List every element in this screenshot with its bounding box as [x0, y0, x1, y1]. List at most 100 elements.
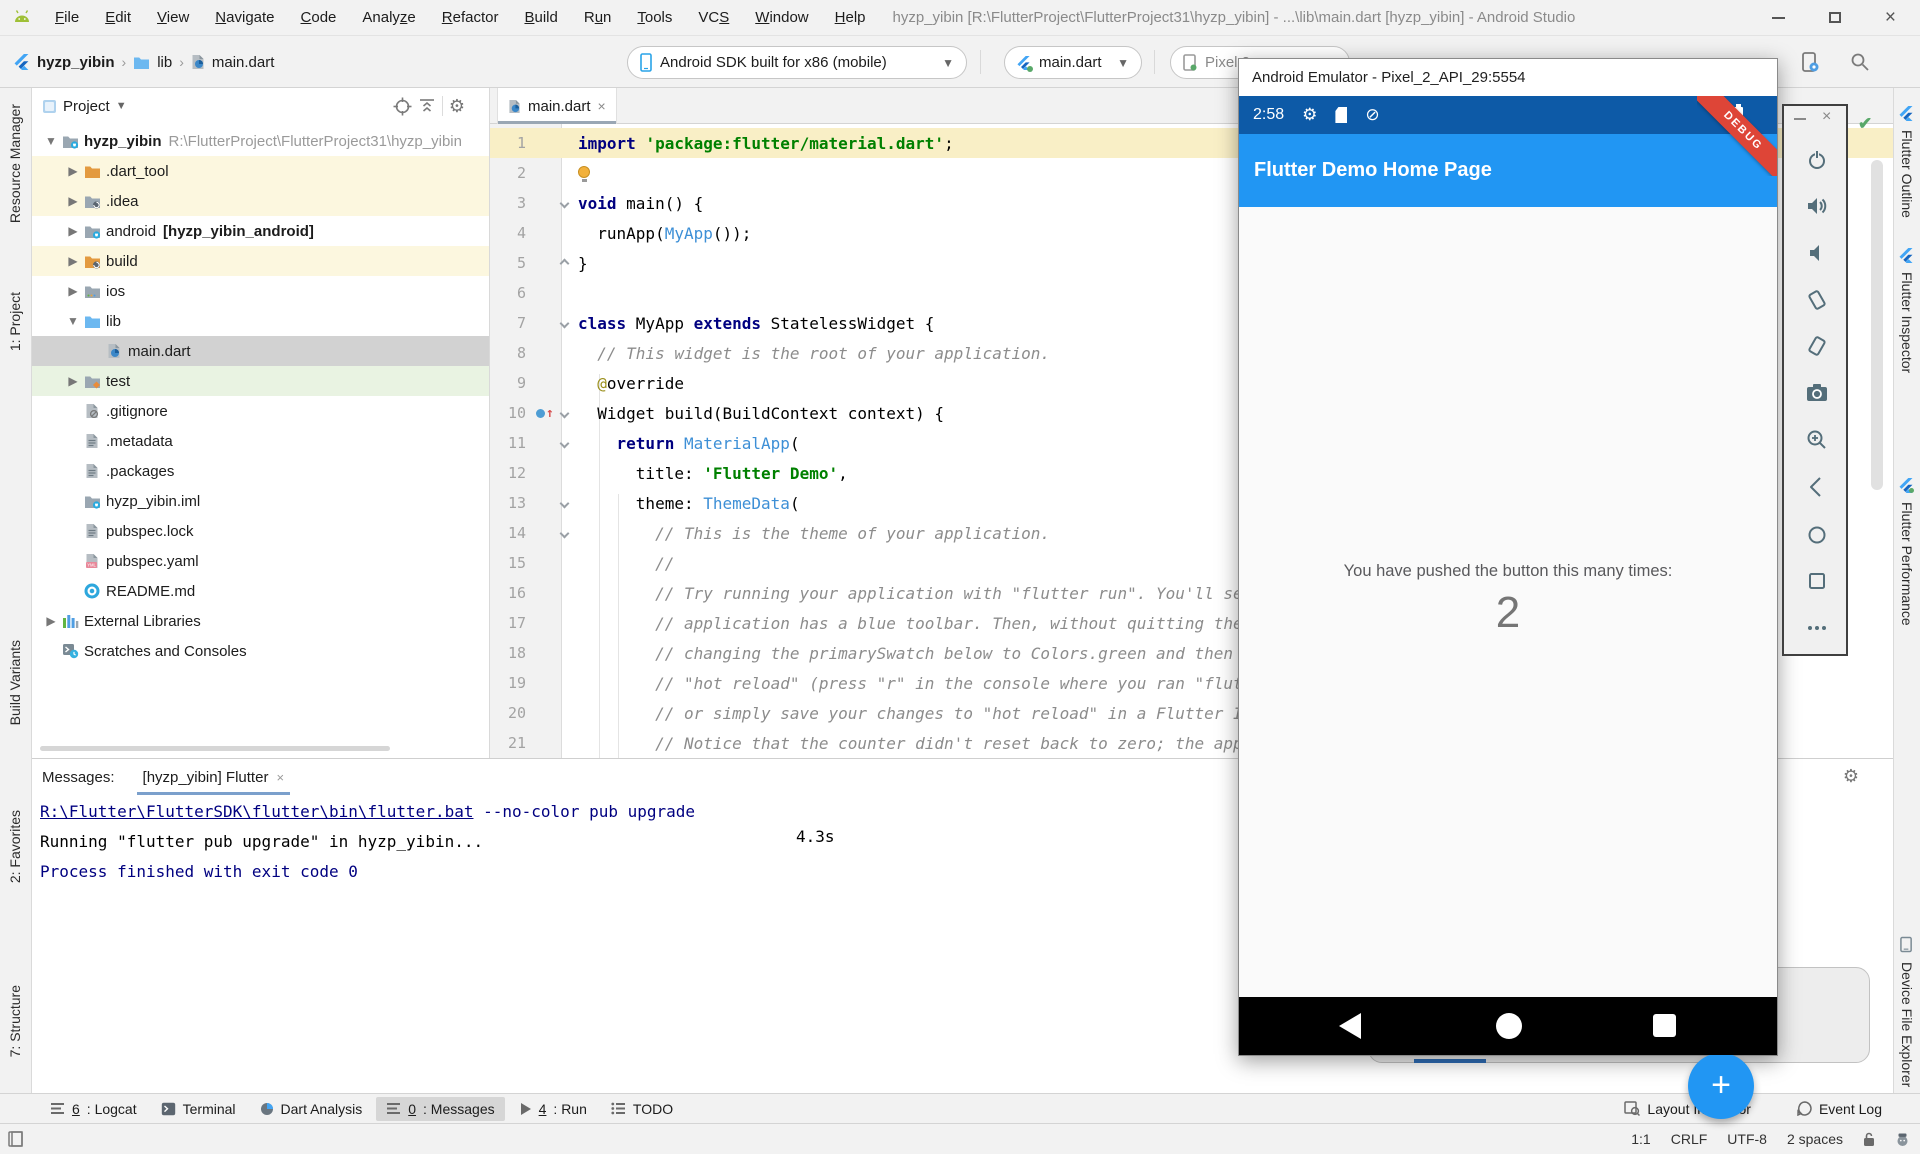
expand-arrow-icon[interactable]: ▶ — [64, 374, 82, 388]
maximize-icon[interactable] — [1829, 12, 1841, 23]
fold-marker-icon[interactable] — [559, 258, 569, 268]
stripe-device-file-explorer[interactable]: Device File Explorer — [1899, 962, 1915, 1087]
collapse-all-icon[interactable] — [418, 97, 436, 115]
lock-icon[interactable] — [1863, 1132, 1875, 1147]
tree-item-readme-md[interactable]: README.md — [32, 576, 489, 606]
editor-scrollbar[interactable] — [1871, 160, 1883, 490]
tab-main-dart[interactable]: main.dart × — [497, 88, 617, 124]
stripe-favorites[interactable]: 2: Favorites — [7, 810, 23, 883]
override-gutter-icon[interactable] — [536, 409, 545, 418]
expand-arrow-icon[interactable]: ▶ — [64, 164, 82, 178]
breadcrumb-project[interactable]: hyzp_yibin — [37, 54, 115, 71]
menu-tools[interactable]: Tools — [624, 9, 685, 26]
tree-item-idea[interactable]: ▶.idea — [32, 186, 489, 216]
tree-item-test[interactable]: ▶test — [32, 366, 489, 396]
tree-item-hyzp-yibin[interactable]: ▼hyzp_yibinR:\FlutterProject\FlutterProj… — [32, 126, 489, 156]
menu-help[interactable]: Help — [822, 9, 879, 26]
nav-home-icon[interactable] — [1496, 1013, 1522, 1039]
breadcrumb-file[interactable]: main.dart — [212, 54, 275, 71]
tree-item-scratches-and-consoles[interactable]: Scratches and Consoles — [32, 636, 489, 666]
minimize-icon[interactable] — [1772, 17, 1785, 19]
tree-item-build[interactable]: ▶build — [32, 246, 489, 276]
rotate-right-icon[interactable] — [1804, 333, 1830, 359]
menu-run[interactable]: Run — [571, 9, 625, 26]
stripe-build-variants[interactable]: Build Variants — [7, 640, 23, 725]
expand-arrow-icon[interactable]: ▶ — [64, 194, 82, 208]
fab-increment-button[interactable]: + — [1688, 1053, 1754, 1119]
toolwindow-0-messages[interactable]: 0: Messages — [376, 1097, 504, 1121]
tool-window-switcher-icon[interactable] — [8, 1131, 26, 1147]
tree-item-gitignore[interactable]: .gitignore — [32, 396, 489, 426]
nav-overview-icon[interactable] — [1653, 1014, 1676, 1037]
console-file-link[interactable]: R:\Flutter\FlutterSDK\flutter\bin\flutte… — [40, 802, 473, 821]
menu-refactor[interactable]: Refactor — [429, 9, 512, 26]
project-view-selector[interactable]: Project — [63, 98, 110, 115]
intention-bulb-icon[interactable] — [578, 166, 590, 178]
fold-marker-icon[interactable] — [559, 198, 569, 208]
close-icon[interactable]: × — [1885, 8, 1896, 27]
stripe-flutter-outline[interactable]: Flutter Outline — [1899, 130, 1915, 218]
toolwindow-todo[interactable]: TODO — [601, 1097, 683, 1121]
expand-arrow-icon[interactable]: ▶ — [64, 224, 82, 238]
rotate-left-icon[interactable] — [1804, 287, 1830, 313]
volume-down-icon[interactable] — [1804, 240, 1830, 266]
tree-item-lib[interactable]: ▼lib — [32, 306, 489, 336]
back-icon[interactable] — [1804, 474, 1830, 500]
emulator-minimize-icon[interactable] — [1794, 118, 1806, 120]
zoom-in-icon[interactable] — [1804, 427, 1830, 453]
tree-item-android[interactable]: ▶android[hyzp_yibin_android] — [32, 216, 489, 246]
overview-icon[interactable] — [1804, 568, 1830, 594]
tree-item-external-libraries[interactable]: ▶External Libraries — [32, 606, 489, 636]
fold-marker-icon[interactable] — [559, 528, 569, 538]
expand-arrow-icon[interactable]: ▶ — [64, 284, 82, 298]
tree-item-ios[interactable]: ▶ios — [32, 276, 489, 306]
home-icon[interactable] — [1804, 522, 1830, 548]
tree-item-hyzp-yibin-iml[interactable]: hyzp_yibin.iml — [32, 486, 489, 516]
breadcrumb-lib[interactable]: lib — [157, 54, 172, 71]
stripe-structure[interactable]: 7: Structure — [7, 985, 23, 1057]
power-icon[interactable] — [1804, 147, 1830, 173]
emulator-close-icon[interactable]: × — [1822, 108, 1831, 126]
toolwindow-4-run[interactable]: 4: Run — [509, 1097, 597, 1121]
tree-item-packages[interactable]: .packages — [32, 456, 489, 486]
close-tab-icon[interactable]: × — [598, 98, 606, 114]
device-selector-dropdown[interactable]: Android SDK built for x86 (mobile) ▼ — [627, 46, 967, 79]
toolwindow-dart-analysis[interactable]: Dart Analysis — [250, 1097, 373, 1121]
console-output[interactable]: R:\Flutter\FlutterSDK\flutter\bin\flutte… — [40, 797, 695, 887]
toolwindow-event-log[interactable]: Event Log — [1787, 1097, 1892, 1121]
tree-item-pubspec-lock[interactable]: pubspec.lock — [32, 516, 489, 546]
locate-file-icon[interactable] — [393, 97, 412, 116]
expand-arrow-icon[interactable]: ▼ — [42, 134, 60, 148]
emulator-title-bar[interactable]: Android Emulator - Pixel_2_API_29:5554 — [1239, 59, 1777, 96]
tree-item-main-dart[interactable]: main.dart — [32, 336, 489, 366]
device-manager-icon[interactable] — [1798, 50, 1822, 74]
more-icon[interactable] — [1804, 615, 1830, 641]
expand-arrow-icon[interactable]: ▶ — [64, 254, 82, 268]
settings-gear-icon[interactable]: ⚙ — [449, 97, 465, 116]
fold-marker-icon[interactable] — [559, 318, 569, 328]
inspections-ok-icon[interactable]: ✔ — [1858, 114, 1872, 134]
status-crlf[interactable]: CRLF — [1671, 1131, 1708, 1147]
search-icon[interactable] — [1848, 50, 1872, 74]
stripe-flutter-performance[interactable]: Flutter Performance — [1899, 502, 1915, 626]
menu-vcs[interactable]: VCS — [685, 9, 742, 26]
settings-gear-icon[interactable]: ⚙ — [1843, 767, 1859, 786]
tree-item-pubspec-yaml[interactable]: YMLpubspec.yaml — [32, 546, 489, 576]
toolwindow-6-logcat[interactable]: 6: Logcat — [40, 1097, 147, 1121]
menu-build[interactable]: Build — [511, 9, 570, 26]
menu-code[interactable]: Code — [288, 9, 350, 26]
expand-arrow-icon[interactable]: ▶ — [42, 614, 60, 628]
stripe-flutter-inspector[interactable]: Flutter Inspector — [1899, 272, 1915, 373]
menu-analyze[interactable]: Analyze — [349, 9, 428, 26]
nav-back-icon[interactable] — [1339, 1013, 1361, 1039]
expand-arrow-icon[interactable]: ▼ — [64, 314, 82, 328]
menu-view[interactable]: View — [144, 9, 202, 26]
update-notification-icon[interactable] — [1895, 1132, 1910, 1147]
status-2-spaces[interactable]: 2 spaces — [1787, 1131, 1843, 1147]
toolwindow-terminal[interactable]: Terminal — [151, 1097, 246, 1121]
camera-icon[interactable] — [1804, 380, 1830, 406]
close-tab-icon[interactable]: × — [276, 770, 284, 785]
menu-window[interactable]: Window — [742, 9, 821, 26]
fold-marker-icon[interactable] — [559, 408, 569, 418]
tree-item-metadata[interactable]: .metadata — [32, 426, 489, 456]
